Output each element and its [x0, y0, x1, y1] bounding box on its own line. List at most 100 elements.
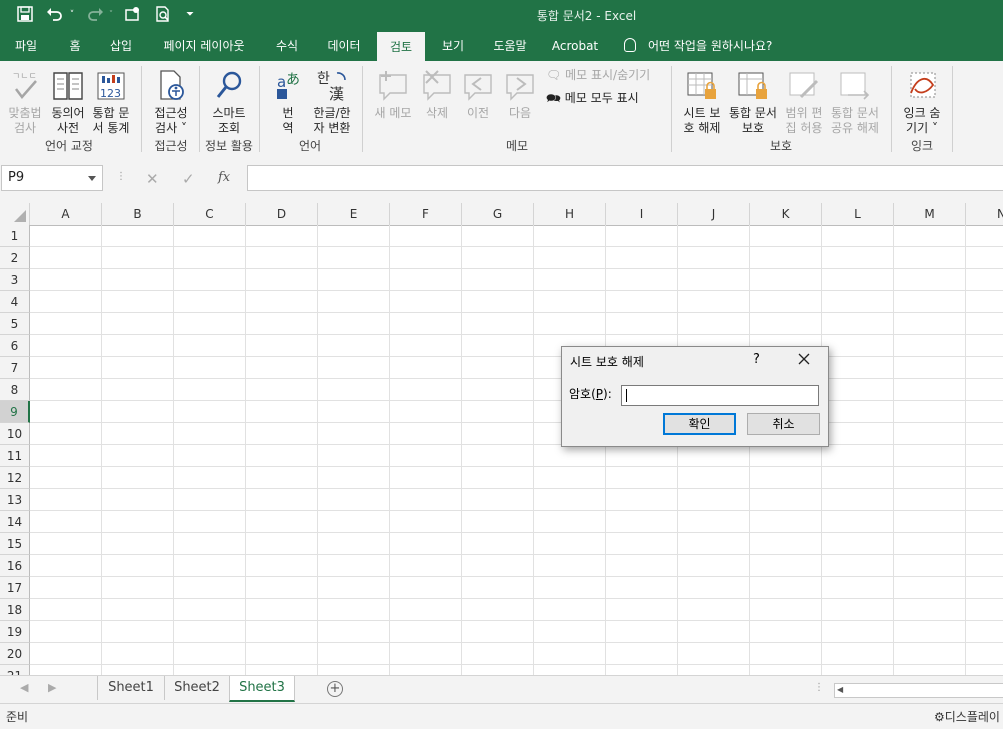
- row-header-9[interactable]: 9: [0, 401, 30, 423]
- group-label-protect: 보호: [769, 139, 793, 153]
- column-header-m[interactable]: M: [894, 203, 966, 225]
- row-header-18[interactable]: 18: [0, 599, 30, 621]
- tab-view[interactable]: 보기: [432, 31, 474, 61]
- thesaurus-button[interactable]: 동의어 사전: [48, 67, 88, 136]
- row-header-6[interactable]: 6: [0, 335, 30, 357]
- row-header-3[interactable]: 3: [0, 269, 30, 291]
- hangul-hanja-button[interactable]: 한漢 한글/한 자 변환: [309, 67, 355, 136]
- check-accessibility-button[interactable]: 접근성 검사 ˅: [148, 67, 194, 136]
- password-input[interactable]: [621, 385, 819, 406]
- show-all-comments-button[interactable]: 🗪 메모 모두 표시: [546, 89, 639, 107]
- delete-comment-button[interactable]: 삭제: [418, 67, 456, 121]
- scroll-left-icon[interactable]: ◀: [20, 681, 28, 694]
- row-header-7[interactable]: 7: [0, 357, 30, 379]
- close-icon[interactable]: [796, 351, 812, 367]
- row-header-13[interactable]: 13: [0, 489, 30, 511]
- ribbon-separator: [671, 66, 672, 152]
- column-header-e[interactable]: E: [318, 203, 390, 225]
- cell-area[interactable]: [30, 225, 1003, 675]
- delete-comment-icon: [420, 67, 454, 103]
- translate-button[interactable]: aあ 번역: [268, 67, 308, 136]
- column-header-b[interactable]: B: [102, 203, 174, 225]
- formula-bar: P9 ⋮ ✕ ✓ fx: [0, 155, 1003, 203]
- help-icon[interactable]: ?: [753, 352, 760, 367]
- row-header-1[interactable]: 1: [0, 225, 30, 247]
- display-settings-button[interactable]: ⚙디스플레이: [934, 708, 1000, 725]
- row-header-10[interactable]: 10: [0, 423, 30, 445]
- column-header-l[interactable]: L: [822, 203, 894, 225]
- tell-me-search[interactable]: 어떤 작업을 원하시나요?: [624, 31, 772, 61]
- spelling-button[interactable]: ㄱㄴㄷ 맞춤법 검사: [4, 67, 46, 136]
- hanja-icon: 한漢: [315, 67, 349, 103]
- add-sheet-icon[interactable]: +: [327, 681, 343, 697]
- column-header-n[interactable]: N: [966, 203, 1003, 225]
- row-header-12[interactable]: 12: [0, 467, 30, 489]
- column-header-c[interactable]: C: [174, 203, 246, 225]
- insert-function-icon[interactable]: fx: [218, 170, 230, 185]
- row-header-17[interactable]: 17: [0, 577, 30, 599]
- tab-home[interactable]: 홈: [60, 31, 90, 61]
- title-bar: ˅ ˅ ⏷ 통합 문서2 - Excel: [0, 0, 1003, 31]
- horizontal-scrollbar[interactable]: ◀: [834, 683, 1003, 698]
- previous-comment-button[interactable]: 이전: [459, 67, 497, 121]
- tab-page-layout[interactable]: 페이지 레이아웃: [152, 31, 256, 61]
- unshare-icon: [838, 67, 872, 103]
- workbook-statistics-button[interactable]: 123 통합 문서 통계: [89, 67, 133, 136]
- column-header-i[interactable]: I: [606, 203, 678, 225]
- column-header-h[interactable]: H: [534, 203, 606, 225]
- row-header-15[interactable]: 15: [0, 533, 30, 555]
- scroll-left-arrow-icon[interactable]: ◀: [837, 685, 843, 694]
- scroll-right-icon[interactable]: ▶: [48, 681, 56, 694]
- row-header-4[interactable]: 4: [0, 291, 30, 313]
- tab-review[interactable]: 검토: [377, 32, 425, 61]
- tab-help[interactable]: 도움말: [484, 31, 536, 61]
- chevron-down-icon[interactable]: [88, 176, 96, 181]
- unprotect-sheet-button[interactable]: 시트 보호 해제: [678, 67, 726, 136]
- cancel-icon[interactable]: ✕: [146, 170, 159, 188]
- more-icon[interactable]: ⋮: [116, 171, 126, 182]
- ribbon-separator: [891, 66, 892, 152]
- show-hide-comment-button[interactable]: 🗨 메모 표시/숨기기: [546, 66, 650, 84]
- row-header-2[interactable]: 2: [0, 247, 30, 269]
- row-header-19[interactable]: 19: [0, 621, 30, 643]
- new-comment-icon: [376, 67, 410, 103]
- tab-acrobat[interactable]: Acrobat: [546, 31, 604, 61]
- hide-ink-button[interactable]: 잉크 숨 기기 ˅: [898, 67, 946, 136]
- splitter-icon[interactable]: ⋮: [814, 682, 824, 693]
- sheet-tab-sheet2[interactable]: Sheet2: [164, 676, 229, 700]
- next-comment-button[interactable]: 다음: [501, 67, 539, 121]
- formula-input[interactable]: [247, 165, 1003, 191]
- svg-text:a: a: [277, 73, 286, 91]
- column-header-j[interactable]: J: [678, 203, 750, 225]
- column-header-a[interactable]: A: [30, 203, 102, 225]
- row-header-11[interactable]: 11: [0, 445, 30, 467]
- allow-edit-ranges-button[interactable]: 범위 편집 허용: [782, 67, 826, 136]
- sheet-tab-sheet3[interactable]: Sheet3: [229, 676, 295, 702]
- tab-file[interactable]: 파일: [4, 31, 48, 61]
- tab-data[interactable]: 데이터: [318, 31, 370, 61]
- smart-lookup-button[interactable]: 스마트 조회: [206, 67, 252, 136]
- column-header-f[interactable]: F: [390, 203, 462, 225]
- row-header-5[interactable]: 5: [0, 313, 30, 335]
- row-header-21[interactable]: 21: [0, 665, 30, 675]
- name-box[interactable]: P9: [1, 165, 103, 191]
- new-comment-button[interactable]: 새 메모: [370, 67, 416, 121]
- row-header-20[interactable]: 20: [0, 643, 30, 665]
- unshare-workbook-button[interactable]: 통합 문서 공유 해제: [827, 67, 883, 136]
- tab-formulas[interactable]: 수식: [266, 31, 308, 61]
- tab-insert[interactable]: 삽입: [100, 31, 142, 61]
- column-header-k[interactable]: K: [750, 203, 822, 225]
- column-header-d[interactable]: D: [246, 203, 318, 225]
- translate-icon: aあ: [271, 67, 305, 103]
- row-header-8[interactable]: 8: [0, 379, 30, 401]
- protect-workbook-button[interactable]: 통합 문서 보호: [727, 67, 779, 136]
- status-bar: 준비 ⚙디스플레이: [0, 703, 1003, 729]
- row-header-14[interactable]: 14: [0, 511, 30, 533]
- column-header-g[interactable]: G: [462, 203, 534, 225]
- sheet-tab-sheet1[interactable]: Sheet1: [97, 676, 164, 700]
- enter-icon[interactable]: ✓: [182, 170, 195, 188]
- cancel-button[interactable]: 취소: [747, 413, 820, 435]
- row-header-16[interactable]: 16: [0, 555, 30, 577]
- ok-button[interactable]: 확인: [663, 413, 736, 435]
- select-all-button[interactable]: [0, 203, 30, 225]
